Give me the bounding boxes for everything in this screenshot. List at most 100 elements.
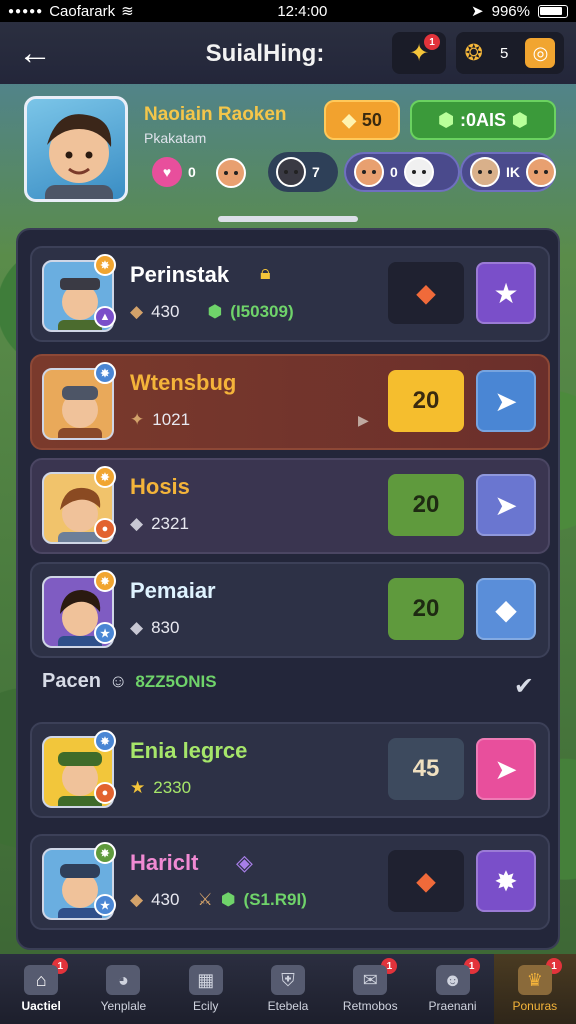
action-box[interactable]: ◆ <box>388 850 464 912</box>
stat-value: 830 <box>151 618 180 637</box>
score-box[interactable]: 45 <box>388 738 464 800</box>
player-name: Hosis <box>130 474 190 499</box>
gold-display[interactable]: ◆ 50 <box>324 100 400 140</box>
rank-badge-icon: ✸ <box>94 254 116 276</box>
chat-icon: ✉ <box>353 965 388 995</box>
drag-handle[interactable] <box>218 216 358 222</box>
notification-badge: 1 <box>424 34 440 50</box>
send-button[interactable]: ➤ <box>476 370 536 432</box>
rank-badge-icon: ✸ <box>94 570 116 592</box>
nav-item-home[interactable]: 1 ⌂ Uactiel <box>0 954 82 1024</box>
send-button[interactable]: ➤ <box>476 738 536 800</box>
send-button[interactable]: ➤ <box>476 474 536 536</box>
player-row[interactable]: ✸ Wtensbug ✦ 1021 ▶ 20 ➤ <box>30 354 550 450</box>
gold-icon: ◆ <box>342 109 356 130</box>
crystal-icon: ◆ <box>416 867 436 895</box>
carrier-name: Caofarark <box>49 2 116 20</box>
rank-badge-icon: ✸ <box>94 730 116 752</box>
rank-badge-icon: ✸ <box>94 362 116 384</box>
player-name: Perinstak <box>130 262 230 287</box>
nav-item-palette[interactable]: ◕ Yenplale <box>82 954 164 1024</box>
clock: 12:4:00 <box>277 2 328 20</box>
section-header: Pacen ☺ 8ZZ5ONIS <box>42 670 217 693</box>
hearts-chip[interactable]: ♥ 0 <box>144 152 204 192</box>
achievements-button[interactable]: ✦ 1 <box>392 32 446 74</box>
score-box[interactable]: 20 <box>388 578 464 640</box>
nav-item-profile[interactable]: 1 ☻ Praenani <box>411 954 493 1024</box>
player-row[interactable]: ✸ ● Hosis ◆ 2321 20 ➤ <box>30 458 550 554</box>
palette-icon: ◕ <box>106 965 141 995</box>
player-name: Enia legrce <box>130 738 248 763</box>
back-button[interactable]: ← <box>12 34 58 72</box>
nav-label: Ponuras <box>512 999 558 1013</box>
players-panel: ✸ ▲ Perinstak 🔒︎ ◆ 430 ⬢ (I50309) ◆ ★ ✸ … <box>16 228 560 950</box>
player-stats: ◆ 2321 <box>130 514 189 534</box>
send-icon: ➤ <box>494 385 518 417</box>
player-stats: ★ 2330 <box>130 778 191 798</box>
nav-item-box[interactable]: ▦ Ecily <box>165 954 247 1024</box>
gem-icon: ⬢ <box>207 302 223 321</box>
player-avatar[interactable] <box>24 96 128 202</box>
battery-icon <box>537 4 568 18</box>
status-bar: ●●●●● Caofarark ≋ 12:4:00 ➤ 996% <box>0 0 576 22</box>
player-row[interactable]: ✸ ● Enia legrce ★ 2330 45 ➤ <box>30 722 550 818</box>
class-badge-icon: ● <box>94 518 116 540</box>
player-name: Wtensbug <box>130 370 237 395</box>
nav-item-chat[interactable]: 1 ✉ Retmobos <box>329 954 411 1024</box>
nav-label: Uactiel <box>21 999 61 1013</box>
ninja-chip[interactable]: 7 <box>268 152 338 192</box>
stone-icon: ◆ <box>130 618 144 637</box>
nav-label: Yenplale <box>100 999 147 1013</box>
player-row[interactable]: ✸ ★ Hariclt ◈ ◆ 430 ⚔ ⬢ (S1.R9I) ◆ ✸ <box>30 834 550 930</box>
player-name: Pemaiar <box>130 578 216 603</box>
friend-face-icon <box>216 158 246 188</box>
burst-icon: ✸ <box>494 865 518 897</box>
star-icon: ★ <box>130 778 146 797</box>
smile-icon: ☺ <box>108 671 128 691</box>
class-badge-icon: ★ <box>94 622 116 644</box>
face-icon <box>526 157 556 187</box>
score-box[interactable]: 20 <box>388 474 464 536</box>
player-stats: ◆ 430 ⬢ (I50309) <box>130 302 294 322</box>
boost-button[interactable]: ✸ <box>476 850 536 912</box>
cube-icon: ◆ <box>495 593 517 625</box>
nav-item-shield[interactable]: ⛨ Etebela <box>247 954 329 1024</box>
nav-item-trophy[interactable]: 1 ♛ Ponuras <box>493 954 576 1024</box>
player-row[interactable]: ✸ ★ Pemaiar ◆ 830 20 ◆ <box>30 562 550 658</box>
stat-value: 430 <box>151 302 180 321</box>
ninja-value: 7 <box>312 164 320 180</box>
ninja-icon <box>276 157 306 187</box>
friends-chip-1[interactable]: 0 <box>344 152 460 192</box>
gem-icon: ⬢ <box>438 109 454 130</box>
sword-icon: ⚔ <box>197 890 213 909</box>
battery-percent: 996% <box>491 2 530 20</box>
section-label: Pacen <box>42 670 101 692</box>
crystal-icon: ◆ <box>416 279 436 307</box>
action-box[interactable]: ◆ <box>388 262 464 324</box>
nav-label: Etebela <box>267 999 309 1013</box>
gem-value: (S1.R9I) <box>243 890 307 909</box>
face-icon <box>354 157 384 187</box>
top-bar: ← SuialHing: ✦ 1 ❂ 5 ◎ <box>0 22 576 84</box>
home-icon: ⌂ <box>24 965 59 995</box>
stone-icon: ◆ <box>130 302 144 321</box>
player-row[interactable]: ✸ ▲ Perinstak 🔒︎ ◆ 430 ⬢ (I50309) ◆ ★ <box>30 246 550 342</box>
lion-icon: ❂ <box>464 40 483 65</box>
player-name: Hariclt <box>130 850 199 875</box>
friends-value-2: IK <box>506 164 520 180</box>
shield-icon: ⛨ <box>270 965 305 995</box>
gem-display[interactable]: ⬢ :0AIS ⬢ <box>410 100 556 140</box>
coin-display[interactable]: ❂ 5 ◎ <box>456 32 564 74</box>
favorite-button[interactable]: ★ <box>476 262 536 324</box>
gift-button[interactable]: ◆ <box>476 578 536 640</box>
checkmark-icon[interactable]: ✔ <box>514 672 534 701</box>
send-icon: ➤ <box>494 489 518 521</box>
face-icon <box>403 157 434 187</box>
arrow-left-icon: ← <box>18 33 52 72</box>
play-arrow-icon: ▶ <box>358 412 369 428</box>
score-box[interactable]: 20 <box>388 370 464 432</box>
friends-chip-2[interactable]: IK <box>460 152 556 192</box>
player-subtitle: Pkakatam <box>144 130 207 146</box>
player-stats: ✦ 1021 <box>130 410 190 430</box>
signal-dots-icon: ●●●●● <box>8 5 44 17</box>
